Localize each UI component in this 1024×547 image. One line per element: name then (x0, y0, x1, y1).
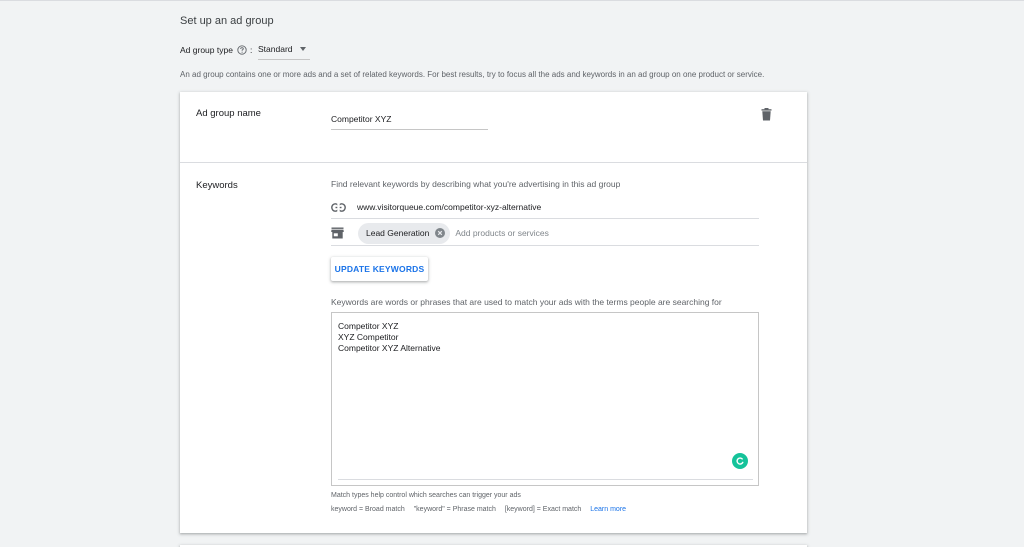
ad-group-name-input[interactable]: Competitor XYZ (331, 110, 488, 130)
exact-match-text: [keyword] = Exact match (504, 506, 582, 513)
keywords-hint: Find relevant keywords by describing wha… (331, 179, 621, 189)
keywords-label: Keywords (196, 180, 238, 191)
match-types-row: keyword = Broad match "keyword" = Phrase… (331, 506, 626, 513)
keyword-item: Competitor XYZ Alternative (338, 343, 441, 353)
ad-group-setup: Set up an ad group Ad group type : Stand… (180, 0, 807, 547)
intro-text: An ad group contains one or more ads and… (180, 70, 765, 79)
grammarly-icon[interactable] (732, 453, 748, 469)
match-types-note: Match types help control which searches … (331, 492, 521, 499)
keyword-item: Competitor XYZ (338, 321, 399, 331)
product-chip[interactable]: Lead Generation (358, 222, 451, 244)
chip-remove-icon[interactable] (435, 228, 446, 238)
ad-group-type-label: Ad group type (180, 45, 233, 55)
ad-group-name-label: Ad group name (196, 108, 261, 119)
update-keywords-button[interactable]: UPDATE KEYWORDS (331, 257, 428, 281)
ad-group-type-value: Standard (258, 44, 293, 54)
keywords-textarea[interactable]: Competitor XYZ XYZ Competitor Competitor… (331, 312, 759, 486)
ad-group-type-row: Ad group type : Standard (180, 42, 310, 60)
phrase-match-text: "keyword" = Phrase match (413, 506, 496, 513)
url-field[interactable]: www.visitorqueue.com/competitor-xyz-alte… (331, 196, 759, 219)
trash-icon[interactable] (761, 108, 772, 126)
chip-label: Lead Generation (366, 228, 430, 238)
link-icon (331, 202, 355, 212)
textarea-underline (338, 479, 753, 480)
store-icon (331, 227, 358, 239)
url-value: www.visitorqueue.com/competitor-xyz-alte… (357, 202, 542, 212)
keywords-list: Competitor XYZ XYZ Competitor Competitor… (338, 321, 441, 354)
keyword-item: XYZ Competitor (338, 332, 399, 342)
keywords-description: Keywords are words or phrases that are u… (331, 297, 722, 307)
ad-group-card: Ad group name Competitor XYZ Keywords Fi… (180, 92, 807, 533)
dropdown-arrow-icon (299, 47, 306, 51)
card-divider (180, 162, 807, 163)
products-field[interactable]: Lead Generation Add products or services (331, 221, 759, 246)
learn-more-link[interactable]: Learn more (590, 506, 626, 513)
products-input[interactable]: Add products or services (455, 228, 549, 238)
help-circle-icon[interactable] (237, 45, 247, 55)
broad-match-text: keyword = Broad match (331, 506, 405, 513)
section-title: Set up an ad group (180, 15, 274, 27)
type-colon: : (249, 45, 253, 55)
ad-group-type-select[interactable]: Standard (258, 42, 310, 60)
